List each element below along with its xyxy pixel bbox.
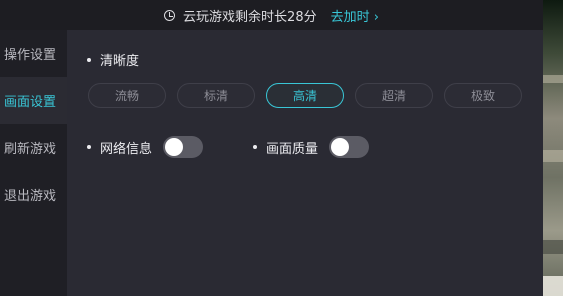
add-time-link[interactable]: 去加时 › <box>331 6 379 25</box>
display-quality-label: 画面质量 <box>266 141 319 157</box>
sidebar-item-label: 操作设置 <box>4 48 57 63</box>
resolution-option-super[interactable]: 超清 <box>355 83 433 108</box>
toggle-knob <box>331 138 350 156</box>
display-quality-toggle[interactable] <box>329 136 370 158</box>
sidebar-item-exit-game[interactable]: 退出游戏 <box>0 171 67 218</box>
resolution-options: 流畅 标清 高清 超清 极致 <box>88 83 522 108</box>
top-status-bar: 云玩游戏剩余时长28分 去加时 › <box>0 0 543 30</box>
resolution-option-high[interactable]: 高清 <box>266 83 344 108</box>
sidebar-item-label: 刷新游戏 <box>4 142 57 157</box>
sidebar-item-refresh-game[interactable]: 刷新游戏 <box>0 124 67 171</box>
toggle-knob <box>165 138 184 156</box>
resolution-option-ultimate[interactable]: 极致 <box>444 83 522 108</box>
network-info-toggle[interactable] <box>163 136 204 158</box>
sidebar-item-display-settings[interactable]: 画面设置 <box>0 77 67 124</box>
sidebar-item-operation-settings[interactable]: 操作设置 <box>0 30 67 77</box>
remaining-time-text: 云玩游戏剩余时长28分 <box>183 9 317 25</box>
game-background <box>543 0 563 296</box>
clock-icon <box>164 9 176 21</box>
sidebar: 操作设置 画面设置 刷新游戏 退出游戏 <box>0 30 67 296</box>
network-info-label: 网络信息 <box>100 141 153 157</box>
display-quality-row: 画面质量 <box>253 136 370 158</box>
display-settings-panel: 清晰度 流畅 标清 高清 超清 极致 网络信息 画面质量 <box>67 30 543 296</box>
bullet-icon <box>253 145 257 149</box>
resolution-option-standard[interactable]: 标清 <box>177 83 255 108</box>
resolution-section-title: 清晰度 <box>87 50 139 69</box>
network-info-row: 网络信息 <box>87 136 204 158</box>
sidebar-item-label: 画面设置 <box>4 95 57 110</box>
sidebar-item-label: 退出游戏 <box>4 189 57 204</box>
resolution-option-smooth[interactable]: 流畅 <box>88 83 166 108</box>
bullet-icon <box>87 145 91 149</box>
bullet-icon <box>87 57 91 62</box>
